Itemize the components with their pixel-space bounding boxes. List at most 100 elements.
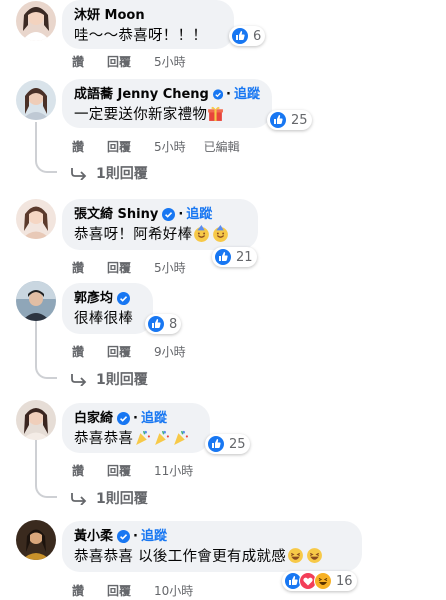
comment-bubble: 郭彥均 很棒很棒 — [62, 283, 153, 334]
reaction-summary[interactable]: 6 — [229, 26, 266, 46]
thread-connector — [35, 363, 57, 379]
thread-line — [35, 122, 37, 160]
like-reaction-icon — [207, 435, 225, 453]
follow-button[interactable]: 追蹤 — [234, 86, 260, 103]
comment-text: 哇～～恭喜呀！！！ — [74, 28, 208, 44]
separator-dot: · — [178, 207, 184, 222]
commenter-name[interactable]: 黃小柔 — [74, 528, 113, 545]
avatar[interactable] — [16, 1, 56, 41]
reaction-summary[interactable]: 21 — [212, 247, 257, 267]
avatar[interactable] — [16, 199, 56, 239]
comment-bubble: 成語蕎 Jenny Cheng · 追蹤 一定要送你新家禮物 — [62, 79, 272, 128]
separator-dot: · — [133, 529, 138, 544]
commenter-name[interactable]: 白家綺 — [74, 410, 113, 427]
like-button[interactable]: 讚 — [72, 582, 84, 599]
comment-actions: 讚 回覆 10小時 — [72, 582, 211, 599]
reply-button[interactable]: 回覆 — [107, 462, 131, 479]
like-reaction-icon — [231, 27, 249, 45]
thread-line — [35, 440, 37, 485]
reaction-summary[interactable]: 25 — [267, 110, 312, 130]
reply-button[interactable]: 回覆 — [107, 53, 131, 70]
party-popper-emoji-icon — [174, 430, 189, 445]
reply-button[interactable]: 回覆 — [107, 582, 131, 599]
commenter-name[interactable]: 成語蕎 Jenny Cheng — [74, 86, 209, 103]
comment-actions: 讚 回覆 9小時 — [72, 343, 204, 360]
reaction-summary[interactable]: 8 — [145, 314, 182, 334]
comment-timestamp[interactable]: 10小時 — [154, 582, 193, 599]
comment-bubble: 沐妍 Moon 哇～～恭喜呀！！！ — [62, 0, 234, 49]
commenter-name[interactable]: 沐妍 Moon — [74, 7, 145, 24]
avatar[interactable] — [16, 520, 56, 560]
avatar[interactable] — [16, 281, 56, 321]
separator-dot: · — [226, 87, 231, 102]
haha-reaction-icon — [314, 572, 332, 590]
like-button[interactable]: 讚 — [72, 343, 84, 360]
reaction-count: 8 — [169, 316, 178, 332]
like-reaction-icon — [214, 248, 232, 266]
reply-button[interactable]: 回覆 — [107, 343, 131, 360]
reaction-summary[interactable]: 16 — [282, 571, 357, 591]
comment-bubble: 白家綺 · 追蹤 恭喜恭喜 — [62, 403, 210, 453]
separator-dot: · — [133, 411, 138, 426]
gift-emoji-icon — [208, 106, 224, 121]
like-button[interactable]: 讚 — [72, 138, 84, 155]
party-popper-emoji-icon — [155, 430, 170, 445]
comment-timestamp[interactable]: 5小時 — [154, 259, 186, 276]
follow-button[interactable]: 追蹤 — [186, 206, 212, 223]
thread-connector — [35, 482, 57, 498]
commenter-name[interactable]: 郭彥均 — [74, 290, 113, 307]
comment-bubble: 黃小柔 · 追蹤 恭喜恭喜 以後工作會更有成就感 — [62, 521, 362, 572]
verified-badge-icon — [162, 208, 176, 221]
verified-badge-icon — [117, 412, 131, 425]
reaction-count: 6 — [253, 28, 262, 44]
edited-label: 已編輯 — [203, 140, 240, 154]
comment-actions: 讚 回覆 5小時 — [72, 259, 204, 276]
verified-badge-icon — [212, 89, 224, 100]
follow-button[interactable]: 追蹤 — [141, 528, 167, 545]
comment-text: 恭喜恭喜 — [74, 429, 198, 449]
commenter-name[interactable]: 張文綺 Shiny — [74, 206, 158, 223]
comment-timestamp[interactable]: 9小時 — [154, 343, 186, 360]
like-button[interactable]: 讚 — [72, 462, 84, 479]
avatar[interactable] — [16, 400, 56, 440]
comment-timestamp[interactable]: 11小時 — [154, 462, 193, 479]
partying-face-emoji-icon — [194, 225, 210, 242]
reply-arrow-icon — [71, 374, 87, 386]
reaction-count: 21 — [236, 249, 253, 265]
reply-arrow-icon — [71, 493, 87, 505]
comment-actions: 讚 回覆 5小時 — [72, 53, 204, 70]
view-replies-link[interactable]: 1則回覆 — [70, 163, 148, 183]
reaction-summary[interactable]: 25 — [205, 434, 250, 454]
thread-line — [35, 318, 37, 366]
comment-text: 很棒很棒 — [74, 311, 134, 327]
verified-badge-icon — [117, 530, 131, 543]
reply-arrow-icon — [71, 168, 87, 180]
like-reaction-icon — [147, 315, 165, 333]
reaction-count: 25 — [229, 436, 246, 452]
thread-connector — [35, 157, 57, 173]
reply-button[interactable]: 回覆 — [107, 259, 131, 276]
comment-text: 恭喜呀！阿希好棒 — [74, 225, 246, 245]
comment-timestamp[interactable]: 5小時 — [154, 138, 186, 155]
avatar[interactable] — [16, 80, 56, 120]
party-popper-emoji-icon — [136, 430, 151, 445]
laughing-emoji-icon — [307, 548, 323, 563]
partying-face-emoji-icon — [213, 225, 229, 242]
comment-text: 恭喜恭喜 以後工作會更有成就感 — [74, 547, 350, 567]
comment-text: 一定要送你新家禮物 — [74, 105, 260, 125]
like-button[interactable]: 讚 — [72, 259, 84, 276]
follow-button[interactable]: 追蹤 — [141, 410, 167, 427]
reply-button[interactable]: 回覆 — [107, 138, 131, 155]
comment-actions: 讚 回覆 11小時 — [72, 462, 211, 479]
reaction-count: 16 — [336, 573, 353, 589]
view-replies-link[interactable]: 1則回覆 — [70, 369, 148, 389]
view-replies-link[interactable]: 1則回覆 — [70, 488, 148, 508]
reaction-count: 25 — [291, 112, 308, 128]
like-button[interactable]: 讚 — [72, 53, 84, 70]
comment-timestamp[interactable]: 5小時 — [154, 53, 186, 70]
comment-actions: 讚 回覆 5小時 已編輯 — [72, 138, 240, 155]
verified-badge-icon — [117, 292, 131, 305]
laughing-emoji-icon — [288, 548, 304, 563]
comment-bubble: 張文綺 Shiny · 追蹤 恭喜呀！阿希好棒 — [62, 199, 258, 250]
like-reaction-icon — [269, 111, 287, 129]
